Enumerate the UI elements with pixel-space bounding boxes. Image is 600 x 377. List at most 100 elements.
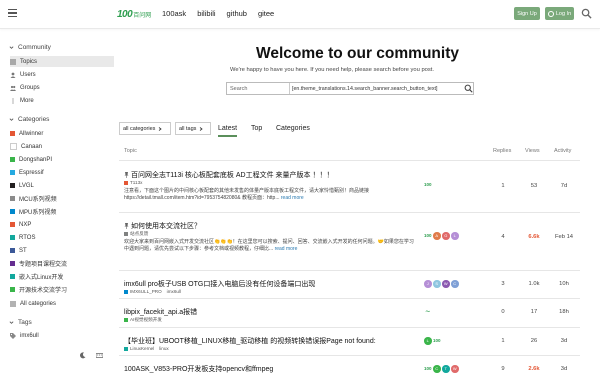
sidebar-category-item[interactable]: RTOS [10,232,114,243]
replies-count[interactable]: 1 [491,183,515,189]
category-color-swatch [124,232,128,236]
topic-title[interactable]: 【毕业班】UBOOT移植_LINUX移植_驱动移植 的视频转换错误报Page n… [124,336,376,346]
sidebar-category-item[interactable]: 专题项目课程交流 [10,258,114,269]
site-logo[interactable]: 100 百问网 [117,7,151,21]
sidebar-category-item[interactable]: LVGL [10,180,114,191]
tab-categories[interactable]: Categories [276,125,310,132]
topic-row[interactable]: 如何使用本交流社区？ 站点反馈 欢迎大家来到百问网嵌入式开发交流社区👏👏👏！在这里您… [119,212,580,270]
sidebar-item-users[interactable]: Users [10,69,114,80]
activity-time[interactable]: 3d [552,338,576,344]
topic-category-badge[interactable]: LinuxKernel linux [124,346,169,351]
activity-time[interactable]: 10h [552,281,576,287]
activity-time[interactable]: 3d [552,366,576,372]
avatar[interactable]: G [442,232,450,240]
topic-row[interactable]: 【毕业班】UBOOT移植_LINUX移植_驱动移植 的视频转换错误报Page n… [119,327,580,355]
login-button[interactable]: Log In [545,7,574,20]
read-more-link[interactable]: read more [281,195,304,201]
topic-category-badge[interactable]: IMX6ULL_PRO imx6ull [124,289,181,294]
avatar[interactable]: W [442,280,450,288]
sidebar-category-item[interactable]: DongshanPI [10,154,114,165]
sidebar-item-more[interactable]: More [10,95,114,106]
replies-count[interactable]: 1 [491,338,515,344]
avatar[interactable]: A [433,232,441,240]
signup-button[interactable]: Sign Up [514,7,540,20]
topic-row[interactable]: 百问网全志T113i 核心板配套底板 AD工程文件 来量产版本 ！！！ T113x… [119,161,580,212]
category-label: 站点反馈 [130,231,149,236]
sidebar-category-item[interactable]: Allwinner [10,128,114,139]
sidebar-category-item[interactable]: Canaan [10,141,114,152]
topic-row[interactable]: libpix_facekit_api.a报错 AI视觉视频开发 ～ 0 17 18h [119,298,580,327]
search-input[interactable]: Search [en.theme_translations.14.search_… [226,82,474,95]
category-color-swatch [10,157,15,162]
activity-time[interactable]: Feb 14 [552,234,576,240]
avatar[interactable]: ～ [424,308,432,316]
categories-section-toggle[interactable]: Categories [9,116,49,123]
avatar[interactable]: 100 [424,232,432,240]
avatar[interactable]: C [433,365,441,373]
sidebar-item-tag-imx6ull[interactable]: imx6ull [10,330,114,341]
col-activity[interactable]: Activity [554,148,571,154]
topic-category-badge[interactable]: AI视觉视频开发 [124,317,162,323]
chevron-right-icon [200,126,204,131]
search-option[interactable]: [en.theme_translations.14.search_banner.… [292,86,437,92]
avatar[interactable]: 100 [424,365,432,373]
avatar[interactable]: L [424,337,432,345]
avatar[interactable]: T [442,365,450,373]
header-link-bilibili[interactable]: bilibili [197,9,215,18]
read-more-link[interactable]: read more [275,246,298,252]
replies-count[interactable]: 3 [491,281,515,287]
avatar[interactable]: 100 [433,337,441,345]
topic-title[interactable]: imx6ull pro板子USB OTG口接入电脑后没有任何设备端口出现 [124,279,315,289]
categories-dropdown[interactable]: all categories [119,122,171,135]
activity-time[interactable]: 7d [552,183,576,189]
avatar[interactable]: S [433,280,441,288]
search-icon[interactable] [581,8,592,19]
sidebar-category-item[interactable]: MPU系列视频 [10,206,114,217]
hamburger-menu-icon[interactable] [8,9,17,18]
tab-latest[interactable]: Latest [218,125,238,137]
avatar[interactable]: L [451,232,459,240]
sidebar-category-item[interactable]: 嵌入式Linux开发 [10,271,114,282]
activity-time[interactable]: 18h [552,309,576,315]
sidebar-category-item[interactable]: NXP [10,219,114,230]
groups-icon [10,85,16,91]
header-link-100ask[interactable]: 100ask [162,9,186,18]
dark-mode-icon[interactable] [79,352,86,359]
topic-row[interactable]: 100ASK_V853-PRO开发板支持opencv和ffmpeg 100 C T W 9… [119,355,580,377]
tab-top[interactable]: Top [251,125,262,132]
topic-row[interactable]: imx6ull pro板子USB OTG口接入电脑后没有任何设备端口出现 IMX6… [119,270,580,298]
topic-tag[interactable]: linux [159,346,168,351]
replies-count[interactable]: 0 [491,309,515,315]
avatar[interactable]: 100 [424,181,432,189]
topic-title[interactable]: libpix_facekit_api.a报错 [124,307,197,317]
tags-dropdown[interactable]: all tags [175,122,211,135]
replies-count[interactable]: 4 [491,234,515,240]
topic-title[interactable]: 100ASK_V853-PRO开发板支持opencv和ffmpeg [124,364,273,374]
sidebar-item-all-categories[interactable]: All categories [10,298,114,309]
replies-count[interactable]: 9 [491,366,515,372]
topic-category-badge[interactable]: T113x [124,180,142,185]
sidebar-category-item[interactable]: MCU系列视频 [10,193,114,204]
page-title: Welcome to our community [256,45,459,62]
sidebar-category-item[interactable]: Espressif [10,167,114,178]
header-link-github[interactable]: github [227,9,247,18]
sidebar-category-item[interactable]: 开源技术交流学习 [10,284,114,295]
topic-title[interactable]: 百问网全志T113i 核心板配套底板 AD工程文件 来量产版本 ！！！ [124,170,334,180]
avatar[interactable]: C [451,280,459,288]
keyboard-shortcuts-icon[interactable] [96,352,103,359]
avatar[interactable]: J [424,280,432,288]
sidebar-category-item[interactable]: ST [10,245,114,256]
avatar[interactable]: W [451,365,459,373]
topic-category-badge[interactable]: 站点反馈 [124,231,148,237]
col-views[interactable]: Views [525,148,540,154]
sidebar-item-groups[interactable]: Groups [10,82,114,93]
col-topic[interactable]: Topic [124,148,137,154]
header-link-gitee[interactable]: gitee [258,9,274,18]
tags-section-toggle[interactable]: Tags [9,319,32,326]
search-icon[interactable] [464,84,473,93]
col-replies[interactable]: Replies [493,148,511,154]
category-color-swatch [10,248,15,253]
sidebar-item-label: All categories [20,300,57,307]
topic-tag[interactable]: imx6ull [167,289,181,294]
topic-title[interactable]: 如何使用本交流社区？ [124,221,201,231]
